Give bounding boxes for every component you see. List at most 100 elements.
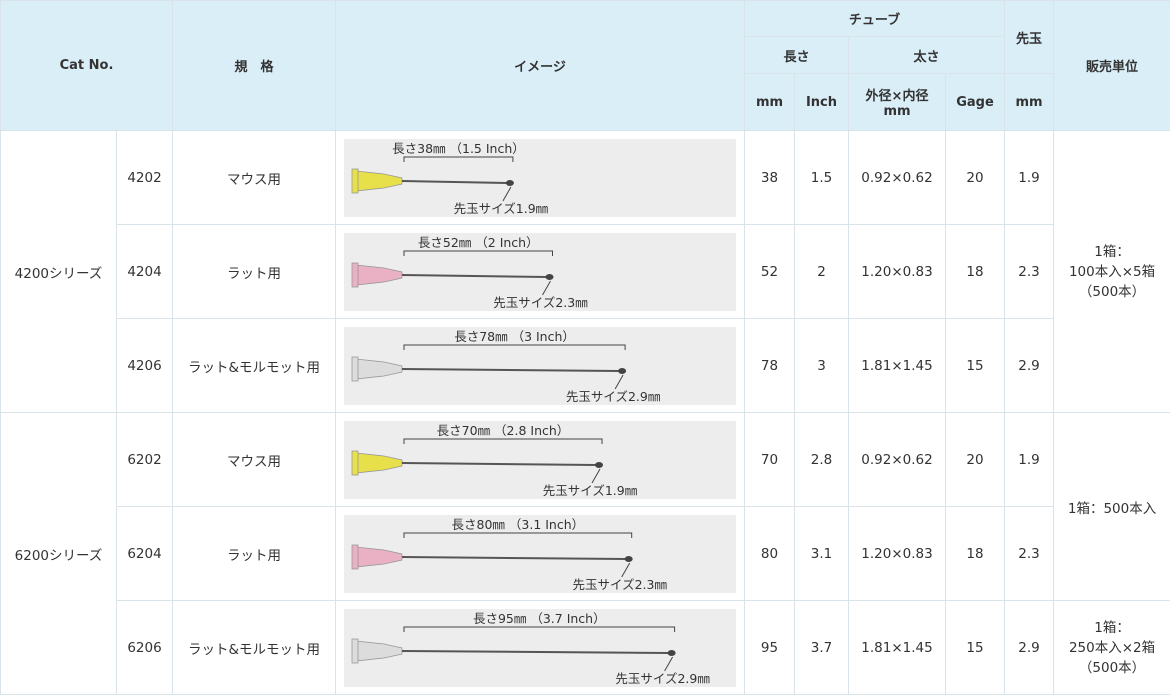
sales-unit: 1箱：500本入 [1053,412,1170,601]
length-bracket [403,626,676,632]
needle-tube [401,461,597,466]
length-bracket [403,532,633,538]
needle-hub [355,452,403,473]
length-inch: 1.5 [794,130,849,225]
spec: マウス用 [172,412,336,507]
needle-illustration: 長さ80㎜ （3.1 Inch） 先玉サイズ2.3㎜ [344,514,736,593]
length-mm: 38 [744,130,795,225]
table-row: 4200シリーズ 4202 マウス用 長さ38㎜ （1.5 Inch） 先玉サイズ… [0,130,1170,413]
length-mm: 52 [744,224,795,319]
length-label: 長さ78㎜ （3 Inch） [454,329,575,344]
needle-tip [595,461,603,468]
header-gage: Gage [944,73,1006,131]
needle-tip [618,367,627,374]
needle-tip [624,555,633,562]
od-id: 1.20×0.83 [848,506,946,601]
table-row: 6206 ラット&モルモット用 長さ95㎜ （3.7 Inch） 先玉サイズ2.9… [1,600,1170,695]
tip-label: 先玉サイズ2.9㎜ [615,671,710,686]
series-label: 6200シリーズ [0,412,117,695]
tip-leader [591,468,601,483]
cat-no: 6206 [116,600,173,695]
length-inch: 3 [794,318,849,413]
needle-tube [401,367,620,372]
needle-hub-flange [351,450,359,475]
needle-hub [355,640,403,661]
length-label: 長さ80㎜ （3.1 Inch） [452,517,585,532]
table-row: 4204 ラット用 長さ52㎜ （2 Inch） 先玉サイズ2.3㎜ 52 2 1… [1,224,1170,319]
tip-mm: 2.9 [1004,600,1055,695]
header-tip: 先玉 [1004,0,1055,74]
gage: 18 [944,224,1006,319]
needle-image: 長さ38㎜ （1.5 Inch） 先玉サイズ1.9㎜ [335,130,745,225]
tip-label: 先玉サイズ1.9㎜ [454,201,549,216]
needle-tube [401,273,547,278]
length-inch: 2 [794,224,849,319]
tip-leader [621,562,631,577]
needle-hub-flange [351,168,359,193]
series-label: 4200シリーズ [0,130,117,413]
tip-label: 先玉サイズ2.3㎜ [493,295,588,310]
tip-label: 先玉サイズ1.9㎜ [543,483,638,498]
length-mm: 78 [744,318,795,413]
tip-mm: 2.9 [1004,318,1055,413]
tip-mm: 1.9 [1004,130,1055,225]
header-length: 長さ [744,36,849,74]
tip-mm: 2.3 [1004,506,1055,601]
needle-hub-flange [351,638,359,663]
needle-illustration: 長さ95㎜ （3.7 Inch） 先玉サイズ2.9㎜ [344,608,736,687]
header-inch: Inch [794,73,849,131]
header-cat-no: Cat No. [0,0,173,131]
needle-illustration: 長さ78㎜ （3 Inch） 先玉サイズ2.9㎜ [344,326,736,405]
length-bracket [403,250,553,256]
spec: ラット用 [172,506,336,601]
gage: 15 [944,600,1006,695]
od-id: 0.92×0.62 [848,412,946,507]
length-mm: 80 [744,506,795,601]
spec: ラット&モルモット用 [172,600,336,695]
tip-leader [664,656,674,671]
needle-image: 長さ70㎜ （2.8 Inch） 先玉サイズ1.9㎜ [335,412,745,507]
cat-no: 6202 [116,412,173,507]
needle-tip [545,273,554,280]
needle-hub-flange [351,544,359,569]
length-bracket [403,156,514,162]
cat-no: 4202 [116,130,173,225]
needle-illustration: 長さ52㎜ （2 Inch） 先玉サイズ2.3㎜ [344,232,736,311]
length-label: 長さ38㎜ （1.5 Inch） [392,141,525,156]
length-bracket [403,438,603,444]
od-id: 0.92×0.62 [848,130,946,225]
tip-label: 先玉サイズ2.9㎜ [566,389,661,404]
header-od-id: 外径×内径 mm [848,73,946,131]
needle-hub [355,264,403,285]
length-bracket [403,344,626,350]
table-row: 6200シリーズ 6202 マウス用 長さ70㎜ （2.8 Inch） 先玉サイズ… [0,412,1170,695]
needle-tube [401,555,626,560]
needle-hub [355,546,403,567]
needle-tip [505,179,514,186]
product-table: Cat No. 規 格 イメージ チューブ 先玉 販売単位 長さ 太さ mm I… [0,0,1170,695]
tip-label: 先玉サイズ2.3㎜ [572,577,667,592]
needle-tube [401,179,507,184]
cat-no: 4204 [116,224,173,319]
needle-tip [667,649,676,656]
length-inch: 2.8 [794,412,849,507]
header-spec: 規 格 [172,0,336,131]
needle-illustration: 長さ70㎜ （2.8 Inch） 先玉サイズ1.9㎜ [344,420,736,499]
spec: マウス用 [172,130,336,225]
header-thickness: 太さ [847,36,1006,74]
tip-leader [614,374,624,389]
needle-image: 長さ78㎜ （3 Inch） 先玉サイズ2.9㎜ [335,318,745,413]
length-label: 長さ70㎜ （2.8 Inch） [437,423,570,438]
needle-tube [401,649,669,654]
table-row: 4206 ラット&モルモット用 長さ78㎜ （3 Inch） 先玉サイズ2.9㎜ … [1,318,1170,413]
needle-hub-flange [351,356,359,381]
table-row: 6204 ラット用 長さ80㎜ （3.1 Inch） 先玉サイズ2.3㎜ 80 3… [1,506,1170,601]
sales-unit: 1箱： 100本入×5箱 （500本） [1053,130,1170,413]
needle-illustration: 長さ38㎜ （1.5 Inch） 先玉サイズ1.9㎜ [344,138,736,217]
length-label: 長さ52㎜ （2 Inch） [418,235,539,250]
cat-no: 6204 [116,506,173,601]
length-mm: 70 [744,412,795,507]
sales-unit: 1箱： 250本入×2箱 （500本） [1053,600,1170,695]
length-mm: 95 [744,600,795,695]
needle-hub-flange [351,262,359,287]
